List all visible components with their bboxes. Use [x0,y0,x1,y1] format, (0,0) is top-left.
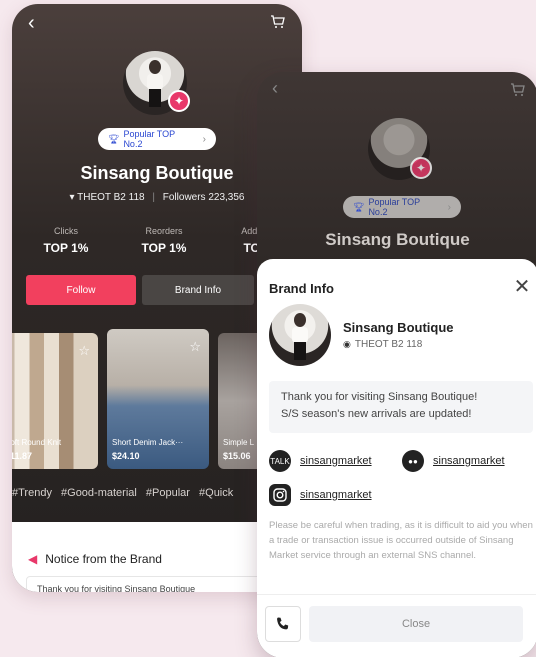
brand-info-screen: ‹ ✦ 🏆︎ Popular TOP No.2 › Sinsang Boutiq… [257,72,536,657]
divider [257,594,536,595]
chevron-right-icon: › [202,133,206,145]
product-card[interactable]: ☆ Soft Round Knit $11.87 [12,333,98,469]
product-name: Soft Round Knit [12,438,62,447]
sparkle-icon: ✦ [410,157,432,179]
star-icon[interactable]: ☆ [189,339,201,355]
close-button[interactable]: Close [309,606,523,642]
phone-icon [277,617,289,630]
sns-handle[interactable]: sinsangmarket [300,489,372,501]
ranking-badge[interactable]: 🏆︎ Popular TOP No.2 › [98,128,216,150]
follow-button[interactable]: Follow [26,275,136,305]
divider: | [152,192,155,203]
sparkle-icon: ✦ [168,90,190,112]
product-price: $11.87 [12,451,33,461]
hashtag[interactable]: #Good-material [61,487,137,499]
location-pin-icon: ▾ [69,192,75,203]
product-name: Short Denim Jack··· [112,438,184,447]
brand-info-sheet: Brand Info ✕ Sinsang Boutique ◉ THEOT B2… [257,259,536,657]
talk-icon: TALK [269,450,291,472]
sns-wechat[interactable]: ●● sinsangmarket [402,450,505,472]
trophy-icon: 🏆︎ [108,133,120,144]
hashtag[interactable]: #Popular [146,487,190,499]
brand-message: Thank you for visiting Sinsang Boutique!… [269,381,533,433]
wechat-icon: ●● [402,450,424,472]
phone-call-button[interactable] [265,606,301,642]
star-icon[interactable]: ☆ [78,343,90,359]
warning-text: Please be careful when trading, as it is… [269,520,533,561]
product-price: $24.10 [112,451,140,461]
sns-handle[interactable]: sinsangmarket [433,455,505,467]
cart-icon[interactable] [510,82,526,103]
shop-title: Sinsang Boutique [325,230,470,249]
ranking-badge-label: Popular TOP No.2 [368,197,420,217]
hashtag[interactable]: #Trendy [12,487,52,499]
shop-location: THEOT B2 118 [77,192,145,203]
trophy-icon: 🏆︎ [353,201,365,212]
notice-title: Notice from the Brand [45,552,162,566]
stat-value: TOP 1% [43,241,89,255]
product-card[interactable]: ☆ Short Denim Jack··· $24.10 [107,329,209,469]
brand-location-text: THEOT B2 118 [354,339,423,350]
stat-clicks: Clicks TOP 1% [26,226,106,255]
hashtag[interactable]: #Quick [199,487,233,499]
brand-name: Sinsang Boutique [343,320,454,335]
message-line: S/S season's new arrivals are updated! [281,408,472,420]
ranking-badge-label: Popular TOP No.2 [123,129,175,149]
stat-value: TOP 1% [141,241,187,255]
shop-followers: Followers 223,356 [162,192,245,203]
back-arrow-icon[interactable]: ‹ [272,78,278,99]
notice-heading: ◀ Notice from the Brand [28,552,162,566]
stat-reorders: Reorders TOP 1% [124,226,204,255]
brand-info-button[interactable]: Brand Info [142,275,254,305]
notice-snippet: Thank you for visiting Sinsang Boutique [37,584,196,592]
message-line: Thank you for visiting Sinsang Boutique! [281,391,478,403]
stat-label: Clicks [54,226,78,236]
brand-avatar [269,304,331,366]
instagram-icon [269,484,291,506]
sns-talk[interactable]: TALK sinsangmarket [269,450,372,472]
product-price: $15.06 [223,451,251,461]
sns-handle[interactable]: sinsangmarket [300,455,372,467]
sheet-title: Brand Info [269,281,334,296]
location-pin-icon: ◉ [343,339,351,349]
megaphone-icon: ◀ [28,552,38,566]
product-name: Simple L [223,438,255,447]
chevron-right-icon: › [447,201,451,213]
back-arrow-icon[interactable]: ‹ [28,12,46,34]
stat-label: Reorders [145,226,183,236]
sns-instagram[interactable]: sinsangmarket [269,484,372,506]
brand-location: ◉ THEOT B2 118 [343,339,422,350]
close-icon[interactable]: ✕ [512,277,532,297]
cart-icon[interactable] [270,14,288,32]
ranking-badge: 🏆︎ Popular TOP No.2 › [343,196,461,218]
